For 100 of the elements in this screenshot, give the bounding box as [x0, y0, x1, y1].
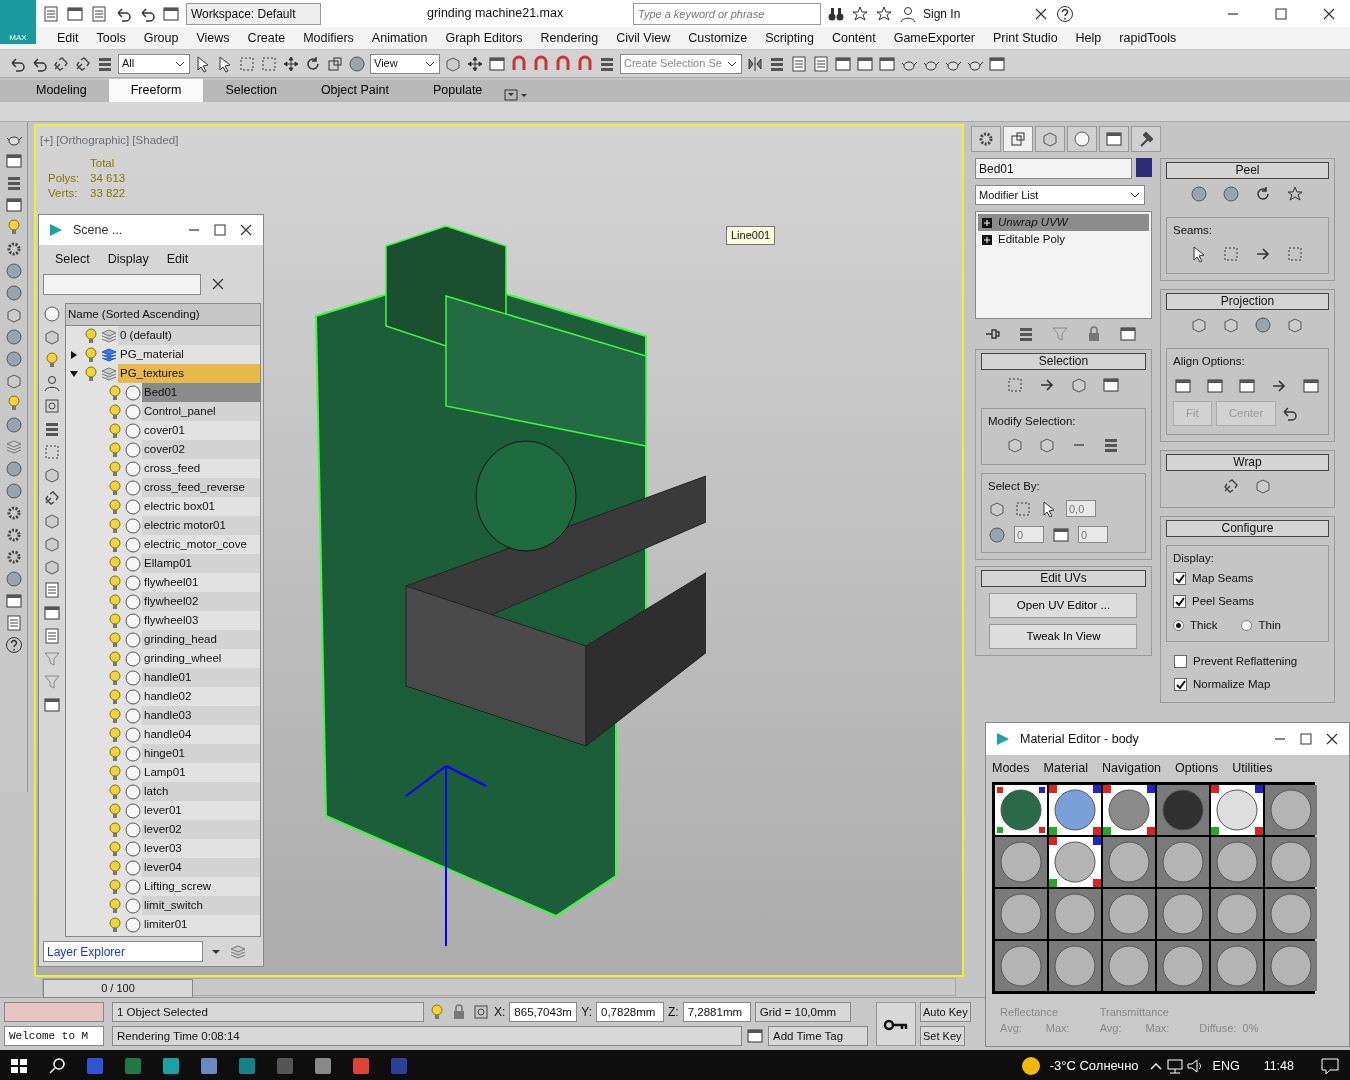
- menu-item[interactable]: Civil View: [607, 28, 680, 48]
- menu-item[interactable]: Navigation: [1102, 759, 1162, 778]
- command-panel-tab[interactable]: [1067, 126, 1097, 152]
- window-icon[interactable]: [162, 4, 180, 23]
- circle-icon[interactable]: [124, 592, 142, 611]
- uv-button[interactable]: Open UV Editor ...: [989, 592, 1138, 618]
- lightbulb-icon[interactable]: [428, 1003, 446, 1021]
- reference-dropdown[interactable]: View: [370, 53, 440, 74]
- circle-icon[interactable]: [124, 402, 142, 421]
- box-icon[interactable]: [1190, 316, 1209, 335]
- viewport-label[interactable]: [+] [Orthographic] [Shaded]: [40, 132, 179, 150]
- clock-time[interactable]: 11:48: [1263, 1056, 1294, 1076]
- object-name[interactable]: handle02: [142, 687, 260, 706]
- material-slot[interactable]: [1049, 836, 1101, 887]
- box-icon[interactable]: [1286, 316, 1305, 335]
- circle-icon[interactable]: [124, 687, 142, 706]
- time-slider-thumb[interactable]: 0 / 100: [43, 979, 193, 998]
- ribbon-tab[interactable]: Freeform: [108, 79, 204, 102]
- lightbulb-icon[interactable]: [106, 516, 124, 535]
- object-name[interactable]: Bed01: [142, 383, 260, 402]
- window-icon[interactable]: [1238, 376, 1257, 395]
- lightbulb-icon[interactable]: [106, 402, 124, 421]
- document-icon[interactable]: [812, 54, 830, 73]
- window-icon[interactable]: [834, 54, 852, 73]
- menu-item[interactable]: Animation: [362, 28, 437, 48]
- circle-icon[interactable]: [124, 421, 142, 440]
- window-icon[interactable]: [488, 54, 506, 73]
- menu-item[interactable]: Print Studio: [983, 28, 1067, 48]
- object-name[interactable]: cross_feed: [142, 459, 260, 478]
- circle-icon[interactable]: [124, 801, 142, 820]
- circle-icon[interactable]: [124, 782, 142, 801]
- command-panel-tab[interactable]: [1099, 126, 1129, 152]
- circle-icon[interactable]: [124, 440, 142, 459]
- menu-item[interactable]: Modes: [992, 759, 1030, 778]
- menu-item[interactable]: Views: [187, 28, 239, 48]
- object-name[interactable]: hinge01: [142, 744, 260, 763]
- menu-item[interactable]: Rendering: [531, 28, 608, 48]
- window-icon[interactable]: [4, 592, 23, 610]
- sphere-icon[interactable]: [1254, 316, 1273, 335]
- plus-box-icon[interactable]: [982, 234, 992, 245]
- lightbulb-icon[interactable]: [106, 668, 124, 687]
- circle-icon[interactable]: [124, 535, 142, 554]
- language-indicator[interactable]: ENG: [1212, 1056, 1240, 1076]
- magnet-icon[interactable]: [532, 54, 550, 73]
- window-icon[interactable]: [43, 695, 61, 714]
- star-icon[interactable]: [851, 4, 869, 23]
- lightbulb-icon[interactable]: [106, 554, 124, 573]
- command-panel-tab[interactable]: [1035, 126, 1065, 152]
- sphere-icon[interactable]: [4, 262, 23, 280]
- set-key-mode-button[interactable]: [876, 1002, 916, 1046]
- chain-link-icon[interactable]: [74, 54, 92, 73]
- lightbulb-icon[interactable]: [106, 915, 124, 934]
- sphere-icon[interactable]: [1222, 185, 1241, 203]
- circle-icon[interactable]: [124, 668, 142, 687]
- circle-icon[interactable]: [124, 383, 142, 402]
- lightbulb-icon[interactable]: [106, 820, 124, 839]
- object-name[interactable]: flywheel01: [142, 573, 260, 592]
- box-icon[interactable]: [1222, 316, 1241, 335]
- sign-in-link[interactable]: Sign In: [923, 4, 961, 23]
- dashed-square-icon[interactable]: [1006, 376, 1025, 394]
- menu-item[interactable]: Create: [238, 28, 295, 48]
- help-icon[interactable]: [1056, 4, 1075, 23]
- lightbulb-icon[interactable]: [106, 858, 124, 877]
- lightbulb-icon[interactable]: [106, 706, 124, 725]
- rollout-header[interactable]: Selection: [981, 353, 1146, 370]
- lightbulb-icon[interactable]: [106, 611, 124, 630]
- circle-icon[interactable]: [124, 706, 142, 725]
- circle-icon[interactable]: [124, 725, 142, 744]
- object-name[interactable]: lever02: [142, 820, 260, 839]
- crosshair-icon[interactable]: [472, 1003, 490, 1021]
- lightbulb-icon[interactable]: [106, 592, 124, 611]
- box-icon[interactable]: [1070, 376, 1089, 394]
- menu-item[interactable]: Scripting: [756, 28, 823, 48]
- loop-field[interactable]: 0: [1078, 526, 1108, 543]
- bars-icon[interactable]: [1017, 325, 1035, 343]
- circle-icon[interactable]: [124, 915, 142, 934]
- lightbulb-icon[interactable]: [106, 497, 124, 516]
- lightbulb-icon[interactable]: [106, 782, 124, 801]
- object-name[interactable]: Control_panel: [142, 402, 260, 421]
- box-icon[interactable]: [1006, 436, 1025, 455]
- layers-icon[interactable]: [100, 326, 118, 345]
- move-cross-icon[interactable]: [466, 54, 484, 73]
- search-field[interactable]: Type a keyword or phrase: [633, 2, 821, 25]
- command-panel-tab[interactable]: [1131, 126, 1161, 152]
- document-icon[interactable]: [43, 626, 61, 645]
- sphere-icon[interactable]: [1190, 185, 1209, 203]
- object-name[interactable]: lever03: [142, 839, 260, 858]
- named-selection-dropdown[interactable]: Create Selection Se: [620, 53, 742, 74]
- circle-icon[interactable]: [124, 459, 142, 478]
- lightbulb-icon[interactable]: [106, 421, 124, 440]
- document-icon[interactable]: [43, 580, 61, 599]
- lightbulb-icon[interactable]: [106, 459, 124, 478]
- sphere-icon[interactable]: [4, 570, 23, 588]
- sphere-icon[interactable]: [4, 350, 23, 368]
- command-panel-tab[interactable]: [971, 126, 1001, 152]
- layer-name[interactable]: PG_textures: [118, 364, 260, 383]
- document-icon[interactable]: [90, 4, 108, 23]
- window-icon[interactable]: [4, 196, 23, 214]
- lightbulb-icon[interactable]: [106, 440, 124, 459]
- ribbon-tab[interactable]: Object Paint: [298, 79, 411, 102]
